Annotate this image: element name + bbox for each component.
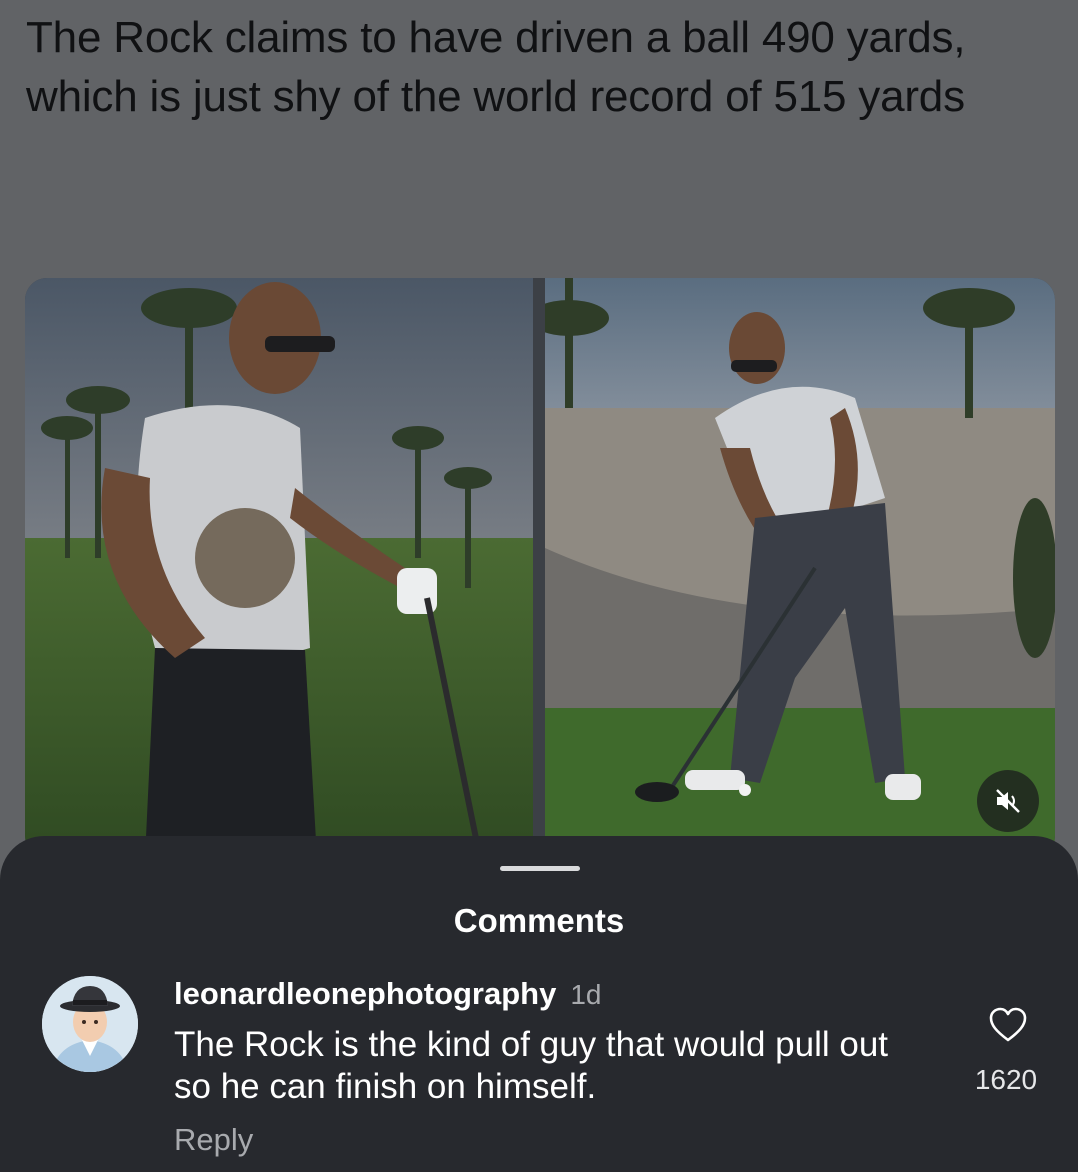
post-caption: The Rock claims to have driven a ball 49… — [26, 13, 966, 121]
like-count: 1620 — [974, 1064, 1038, 1095]
mute-toggle-button[interactable] — [977, 770, 1039, 832]
photo-man-with-golf-club — [25, 278, 533, 858]
speaker-muted-icon — [996, 789, 1020, 813]
comment-timestamp: 1d — [570, 979, 602, 1010]
post-background: The Rock claims to have driven a ball 49… — [0, 0, 1078, 900]
comment-item: leonardleonephotography 1d The Rock is t… — [0, 976, 1078, 1166]
avatar[interactable] — [42, 976, 138, 1072]
post-media-carousel[interactable] — [25, 278, 1055, 858]
reply-button[interactable]: Reply — [174, 1122, 253, 1158]
drag-handle[interactable] — [500, 866, 580, 871]
photo-man-swinging-driver — [545, 278, 1055, 858]
comment-text: The Rock is the kind of guy that would p… — [174, 1025, 889, 1106]
comment-username[interactable]: leonardleonephotography — [174, 976, 556, 1012]
comments-sheet: Comments leonardleonephotography 1d The … — [0, 836, 1078, 1172]
heart-outline-icon — [989, 1007, 1027, 1042]
comments-title: Comments — [453, 902, 625, 939]
like-button[interactable] — [988, 1006, 1028, 1044]
comment-header: leonardleonephotography 1d — [174, 976, 602, 1012]
